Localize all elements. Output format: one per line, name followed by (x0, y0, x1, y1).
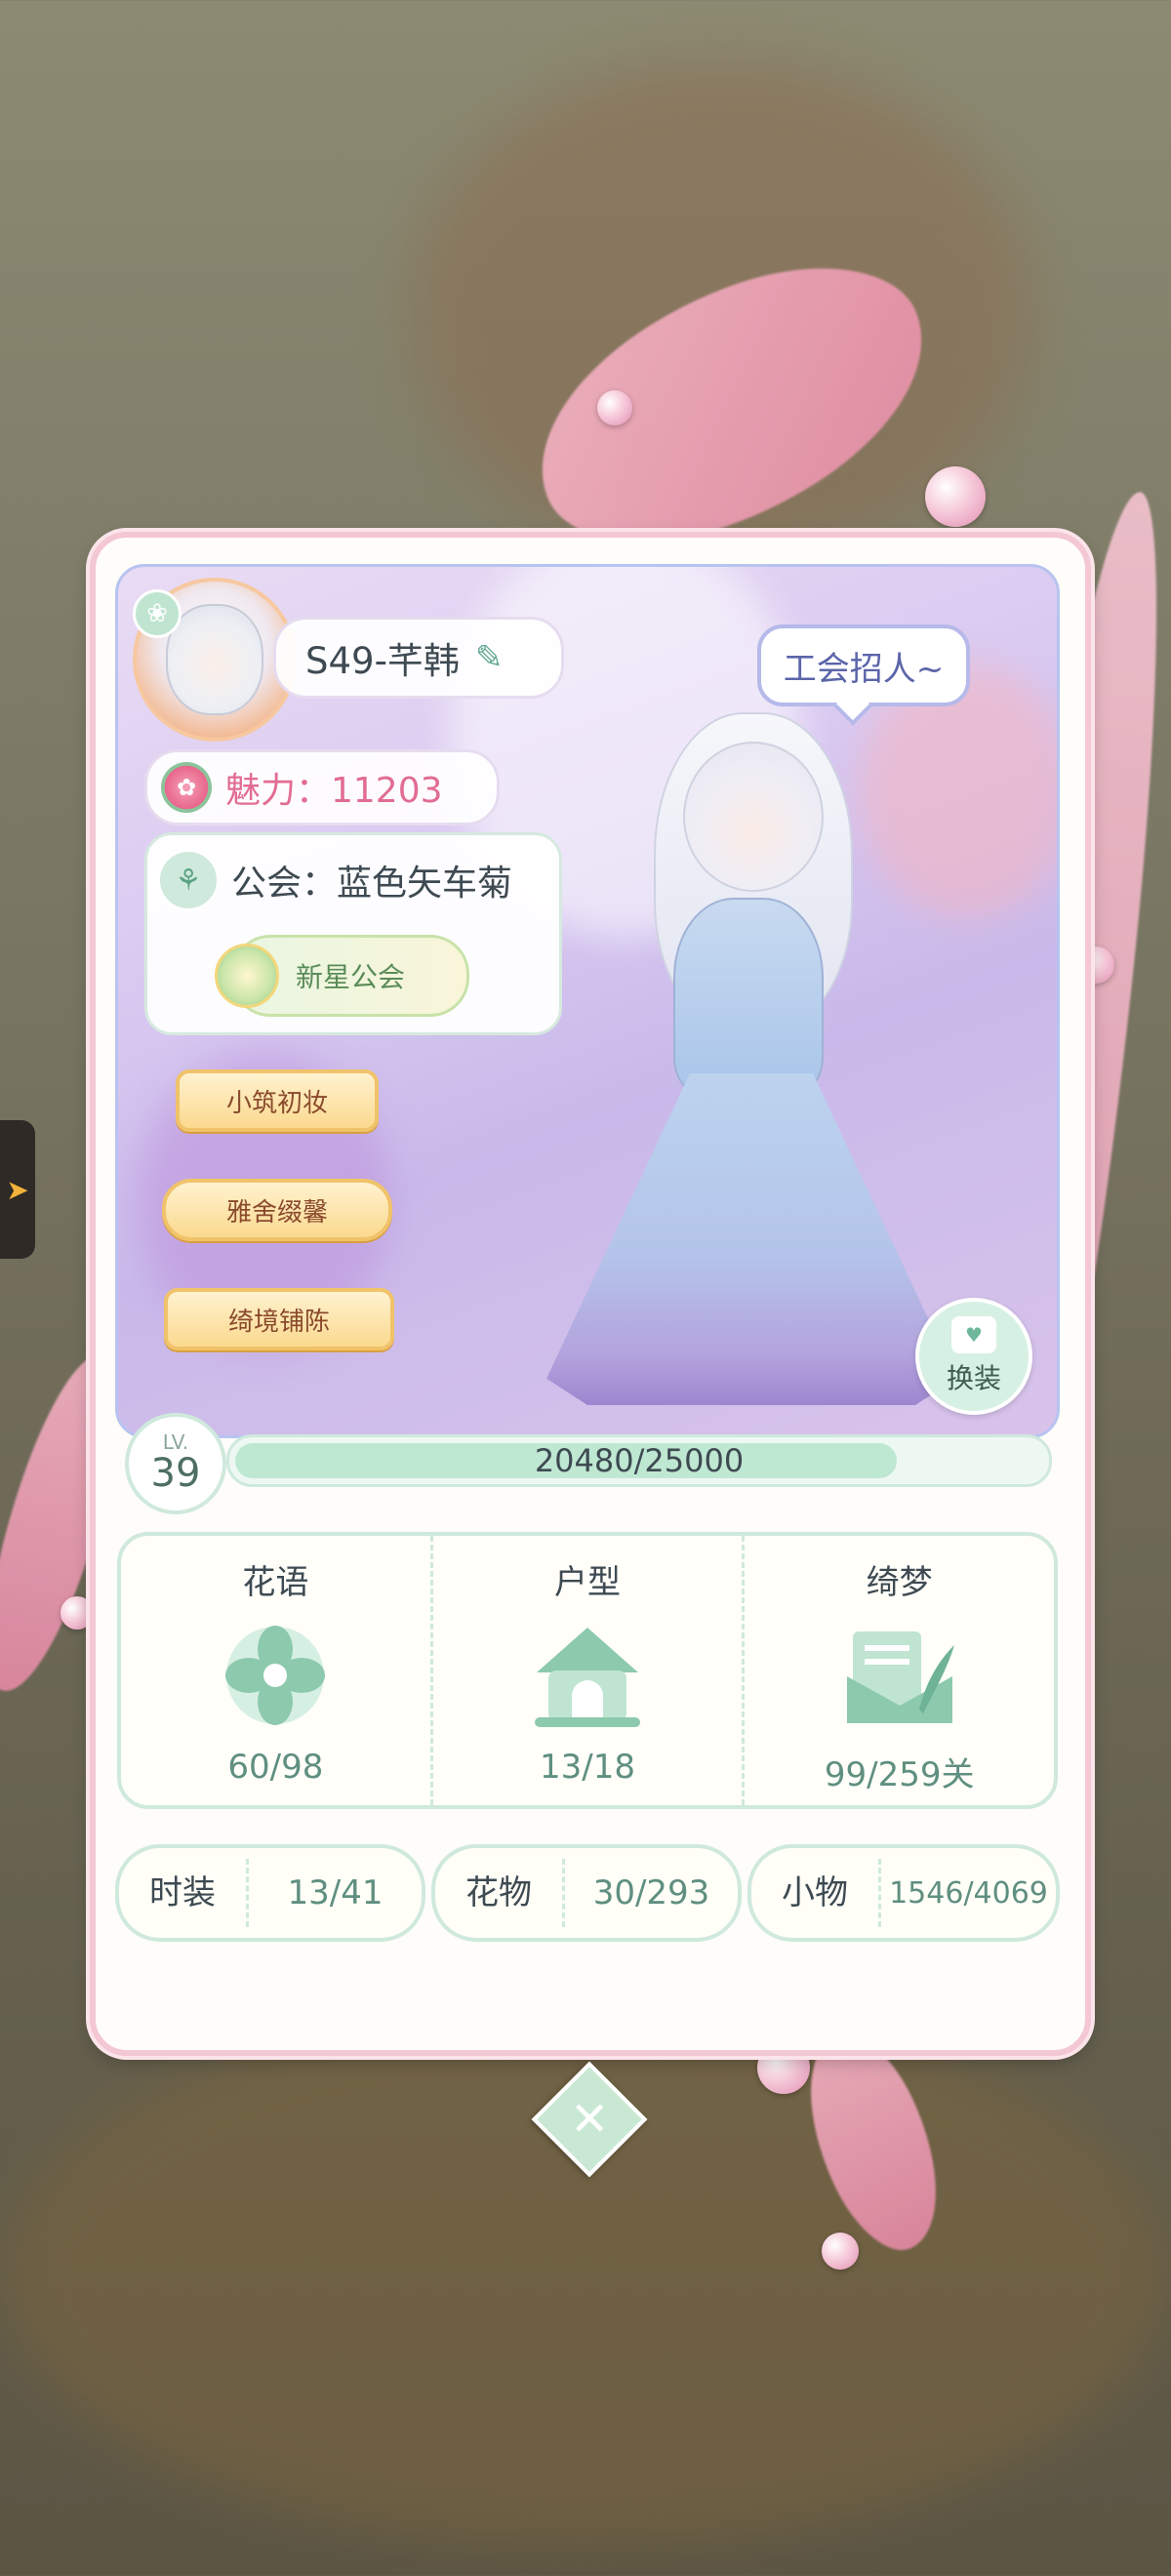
guild-name: 公会：蓝色矢车菊 (231, 864, 513, 904)
character-head (683, 742, 824, 892)
level-badge: LV. 39 (125, 1413, 226, 1514)
recruit-speech-bubble[interactable]: 工会招人~ (757, 624, 970, 706)
character-figure (527, 703, 956, 1405)
rose-icon: ✿ (161, 762, 212, 813)
stat-label: 花语 (242, 1563, 309, 1602)
shirt-icon: ♥ (951, 1316, 996, 1353)
charm-pill: ✿ 魅力：11203 (144, 749, 500, 825)
stat-dream[interactable]: 绮梦 99/259关 (742, 1536, 1054, 1805)
avatar-face (166, 604, 263, 715)
xp-bar: 20480/25000 (226, 1434, 1052, 1487)
decor-pearl (822, 2233, 859, 2270)
collection-label: 时装 (119, 1859, 249, 1927)
xp-text: 20480/25000 (534, 1442, 745, 1479)
charm-value: 魅力：11203 (225, 771, 443, 811)
guild-box[interactable]: ⚘ 公会：蓝色矢车菊 新星公会 (144, 832, 562, 1035)
side-drawer-tab[interactable]: ➤ (0, 1120, 35, 1259)
character-dress-top (673, 898, 824, 1097)
decor-pearl (61, 1596, 94, 1630)
house-icon (529, 1617, 646, 1734)
wreath-icon (215, 944, 279, 1008)
collection-label: 花物 (435, 1859, 565, 1927)
stat-house-type[interactable]: 户型 13/18 (429, 1536, 743, 1805)
title-plaque-1[interactable]: 小筑初妆 (176, 1069, 379, 1132)
decor-pearl (925, 466, 986, 527)
stats-panel: 花语 60/98 户型 13/18 绮梦 99/259关 (117, 1532, 1058, 1809)
character-skirt (546, 1073, 956, 1405)
stat-value: 60/98 (227, 1748, 324, 1787)
title-plaque-3[interactable]: 绮境铺陈 (164, 1288, 394, 1350)
collection-flowers[interactable]: 花物 30/293 (431, 1844, 742, 1942)
title-label: 雅舍缀馨 (225, 1197, 328, 1228)
guild-icon: ⚘ (157, 849, 220, 911)
stat-label: 户型 (554, 1563, 621, 1602)
stat-label: 绮梦 (866, 1563, 933, 1602)
collection-value: 1546/4069 (889, 1875, 1048, 1911)
stat-flower-language[interactable]: 花语 60/98 (121, 1536, 430, 1805)
settings-badge-icon[interactable]: ❀ (133, 589, 182, 638)
letter-quill-icon (841, 1617, 958, 1734)
level-number: 39 (150, 1451, 201, 1496)
guild-rank-badge: 新星公会 (215, 935, 469, 1017)
title-plaque-2[interactable]: 雅舍缀馨 (162, 1179, 392, 1241)
stat-value: 13/18 (540, 1748, 635, 1787)
close-icon: ✕ (569, 2092, 610, 2147)
decor-pearl (597, 390, 632, 425)
title-label: 绮境铺陈 (227, 1307, 330, 1337)
level-prefix: LV. (162, 1430, 189, 1454)
title-label: 小筑初妆 (225, 1088, 328, 1118)
guild-rank-label: 新星公会 (295, 961, 405, 993)
collection-value: 30/293 (592, 1873, 710, 1912)
edit-icon[interactable]: ✎ (475, 638, 504, 677)
recruit-text: 工会招人~ (783, 649, 945, 689)
collection-value: 13/41 (287, 1873, 384, 1912)
collection-fashion[interactable]: 时装 13/41 (115, 1844, 425, 1942)
chevron-right-icon: ➤ (6, 1173, 29, 1206)
collection-label: 小物 (751, 1859, 881, 1927)
stat-value: 99/259关 (824, 1755, 975, 1794)
change-outfit-label: 换装 (946, 1362, 1001, 1394)
flower-icon (217, 1617, 334, 1734)
collection-small-items[interactable]: 小物 1546/4069 (747, 1844, 1060, 1942)
change-outfit-button[interactable]: ♥ 换装 (915, 1298, 1032, 1415)
player-name: S49-芊韩 (305, 640, 460, 682)
player-name-pill[interactable]: S49-芊韩 ✎ (273, 617, 564, 699)
